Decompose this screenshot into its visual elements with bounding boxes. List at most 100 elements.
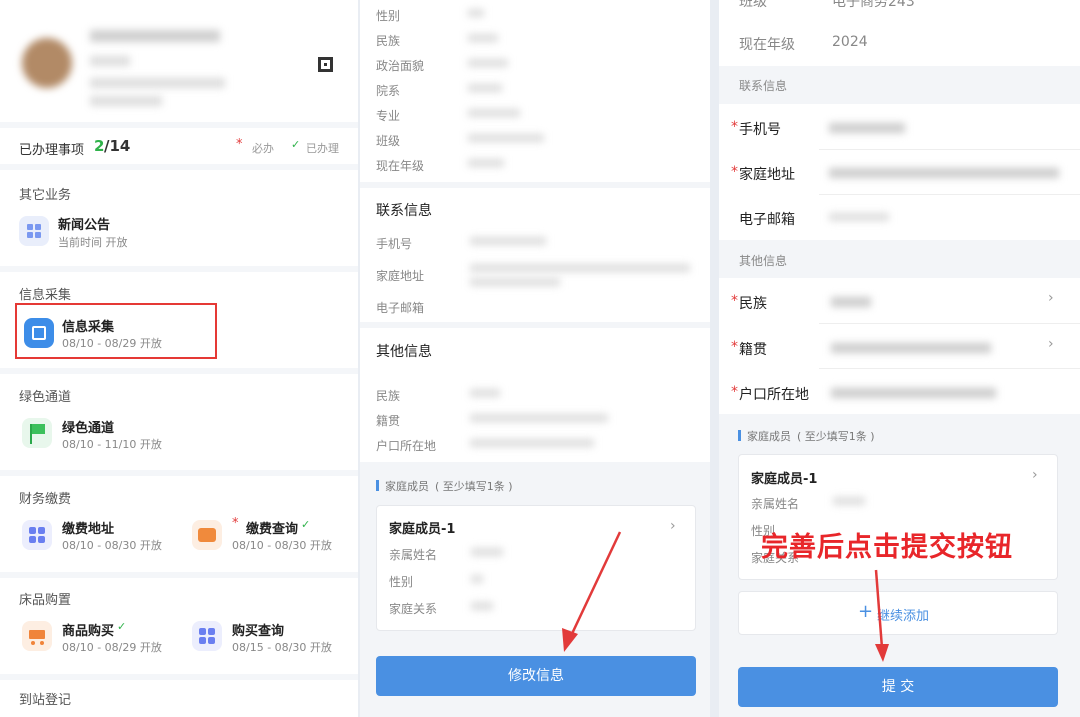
section-title: 到站登记 xyxy=(19,693,72,708)
required-star-icon: * xyxy=(731,293,738,309)
field-value xyxy=(470,237,546,245)
section-green: 绿色通道 绿色通道 08/10 - 11/10 开放 xyxy=(0,374,358,470)
native-label: 籍贯 xyxy=(739,342,767,358)
field-value xyxy=(468,134,544,142)
address-input[interactable] xyxy=(829,168,1059,178)
field-label: 亲属姓名 xyxy=(751,497,800,511)
section-title: 联系信息 xyxy=(376,203,432,219)
item-info-sub: 08/10 - 08/29 开放 xyxy=(62,337,162,350)
section-other: 其它业务 新闻公告 当前时间 开放 xyxy=(0,170,358,266)
section-bedding: 床品购置 商品购买 ✓ 08/10 - 08/29 开放 购买查询 08/15 … xyxy=(0,578,358,674)
field-value xyxy=(470,414,608,422)
grid-icon xyxy=(19,216,49,246)
field-value xyxy=(468,84,502,92)
address-label: 家庭地址 xyxy=(739,167,795,183)
section-title: 床品购置 xyxy=(19,593,72,608)
section-arrival: 到站登记 xyxy=(0,680,358,717)
qr-code-icon[interactable] xyxy=(318,57,333,72)
cart-icon xyxy=(22,621,52,651)
field-label: 手机号 xyxy=(376,237,413,251)
progress-label: 已办理事项 xyxy=(19,143,85,158)
required-star-icon: * xyxy=(731,384,738,400)
family-note: ( 至少填写1条 ) xyxy=(435,480,513,493)
field-value xyxy=(471,548,503,556)
other-form: * 民族 › * 籍贯 › * 户口所在地 xyxy=(719,278,1080,414)
legend-done: 已办理 xyxy=(306,142,339,155)
native-select[interactable] xyxy=(831,343,991,353)
phone-input[interactable] xyxy=(829,123,905,133)
basic-info-card: 性别 民族 政治面貌 院系 专业 班级 现在年级 xyxy=(360,0,710,182)
check-circle-icon: ✓ xyxy=(117,620,127,633)
hukou-label: 户口所在地 xyxy=(739,387,809,403)
contact-info-card: 联系信息 手机号 家庭地址 电子邮箱 xyxy=(360,188,710,322)
item-pay-addr-sub: 08/10 - 08/30 开放 xyxy=(62,539,162,552)
required-star-icon: * xyxy=(236,137,243,152)
arrow-annotation xyxy=(562,531,622,652)
section-title: 信息采集 xyxy=(19,288,72,303)
field-label: 民族 xyxy=(376,34,401,48)
ethnicity-select[interactable] xyxy=(831,297,871,307)
field-value xyxy=(470,278,560,286)
section-title: 绿色通道 xyxy=(19,390,72,405)
field-label: 家庭关系 xyxy=(389,602,438,616)
chevron-right-icon[interactable]: › xyxy=(1048,336,1054,352)
field-label: 现在年级 xyxy=(376,159,425,173)
section-title: 财务缴费 xyxy=(19,492,72,507)
hukou-input[interactable] xyxy=(831,388,996,398)
field-value xyxy=(471,602,493,610)
item-info-title[interactable]: 信息采集 xyxy=(62,316,114,335)
field-value xyxy=(468,9,484,17)
section-marker xyxy=(738,430,741,441)
contact-form: * 手机号 * 家庭地址 电子邮箱 xyxy=(719,104,1080,240)
arrow-annotation xyxy=(874,569,889,662)
add-more-button[interactable]: + 继续添加 xyxy=(738,591,1058,635)
field-label: 院系 xyxy=(376,84,401,98)
item-news-title[interactable]: 新闻公告 xyxy=(58,214,110,233)
item-buy-sub: 08/10 - 08/29 开放 xyxy=(62,641,162,654)
check-circle-icon: ✓ xyxy=(291,138,301,151)
item-buy-query-title[interactable]: 购买查询 xyxy=(232,620,284,639)
section-info: 信息采集 信息采集 08/10 - 08/29 开放 xyxy=(0,272,358,368)
avatar xyxy=(22,38,72,88)
chevron-right-icon[interactable]: › xyxy=(1048,290,1054,306)
item-pay-query-title[interactable]: 缴费查询 xyxy=(246,518,298,537)
edit-info-button[interactable]: 修改信息 xyxy=(376,656,696,696)
edit-icon xyxy=(24,318,54,348)
field-label: 专业 xyxy=(376,109,401,123)
phone-label: 手机号 xyxy=(739,122,781,138)
section-marker xyxy=(376,480,379,491)
profile-meta xyxy=(90,78,225,88)
item-green-title[interactable]: 绿色通道 xyxy=(62,417,114,436)
section-title: 联系信息 xyxy=(739,79,788,93)
field-label: 民族 xyxy=(376,389,401,403)
other-info-card: 其他信息 民族 籍贯 户口所在地 xyxy=(360,328,710,462)
required-star-icon: * xyxy=(731,119,738,135)
field-label: 现在年级 xyxy=(739,37,795,53)
field-value xyxy=(470,264,690,272)
item-pay-addr-title[interactable]: 缴费地址 xyxy=(62,518,114,537)
progress-done: 2 xyxy=(94,137,105,155)
email-input[interactable] xyxy=(829,213,889,221)
family-member-card[interactable]: 家庭成员-1 › 亲属姓名 性别 家庭关系 xyxy=(376,505,696,631)
ethnicity-label: 民族 xyxy=(739,296,767,312)
item-buy-query-sub: 08/15 - 08/30 开放 xyxy=(232,641,332,654)
field-value xyxy=(833,497,865,505)
field-value: 电子商务243 xyxy=(832,0,915,10)
member-title: 家庭成员-1 xyxy=(751,472,818,487)
chevron-right-icon: › xyxy=(1032,467,1038,483)
field-value xyxy=(470,439,594,447)
field-label: 班级 xyxy=(376,134,401,148)
field-label: 政治面貌 xyxy=(376,59,425,73)
field-value xyxy=(468,34,498,42)
submit-button[interactable]: 提 交 xyxy=(738,667,1058,707)
required-star-icon: * xyxy=(731,164,738,180)
progress-total: /14 xyxy=(104,137,131,155)
item-buy-title[interactable]: 商品购买 xyxy=(62,620,114,639)
family-title: 家庭成员 xyxy=(385,480,429,493)
item-news-sub: 当前时间 开放 xyxy=(58,236,128,249)
profile-card xyxy=(0,0,358,122)
field-label: 家庭地址 xyxy=(376,269,425,283)
profile-meta xyxy=(90,56,130,66)
profile-name xyxy=(90,30,220,42)
check-circle-icon: ✓ xyxy=(301,518,311,531)
